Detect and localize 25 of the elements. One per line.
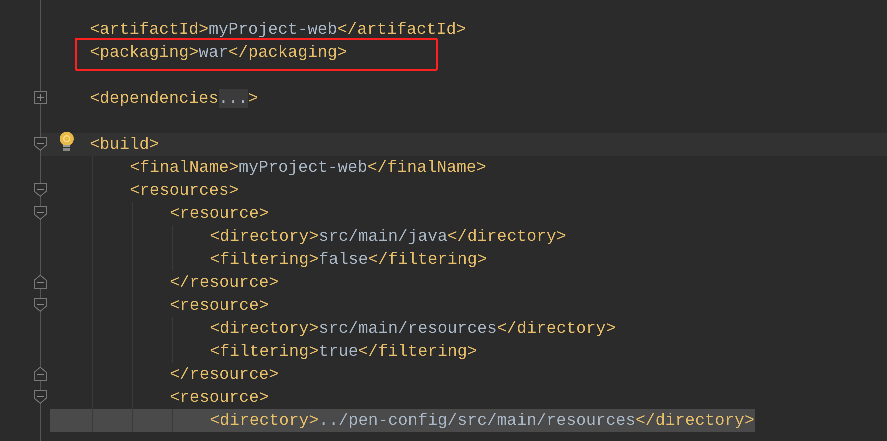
code-line: </resource> [170,364,279,386]
code-line: <resource> [170,387,270,409]
code-line: <dependencies...> [90,88,258,110]
code-line: </resource> [170,272,279,294]
code-line: <resource> [170,203,270,225]
collapse-icon[interactable] [34,275,47,289]
code-line: <resources> [130,180,239,202]
code-line: <artifactId>myProject-web</artifactId> [90,19,466,41]
code-line: <resource> [170,295,270,317]
collapse-icon[interactable] [34,367,47,381]
collapse-icon[interactable] [34,137,47,151]
code-line: <finalName>myProject-web</finalName> [130,157,486,179]
collapse-icon[interactable] [34,390,47,404]
code-line: <filtering>false</filtering> [210,249,488,271]
code-line: <directory>src/main/resources</directory> [210,318,616,340]
code-line: <packaging>war</packaging> [90,42,348,64]
code-line: <filtering>true</filtering> [210,341,478,363]
code-line: <build> [90,134,160,156]
code-line: <directory>src/main/java</directory> [210,226,566,248]
code-line: <directory>../pen-config/src/main/resources</directory> [210,410,755,432]
expand-icon[interactable] [34,91,47,105]
collapse-icon[interactable] [34,206,47,220]
lightbulb-icon[interactable] [59,131,75,152]
collapse-icon[interactable] [34,298,47,312]
collapse-icon[interactable] [34,183,47,197]
